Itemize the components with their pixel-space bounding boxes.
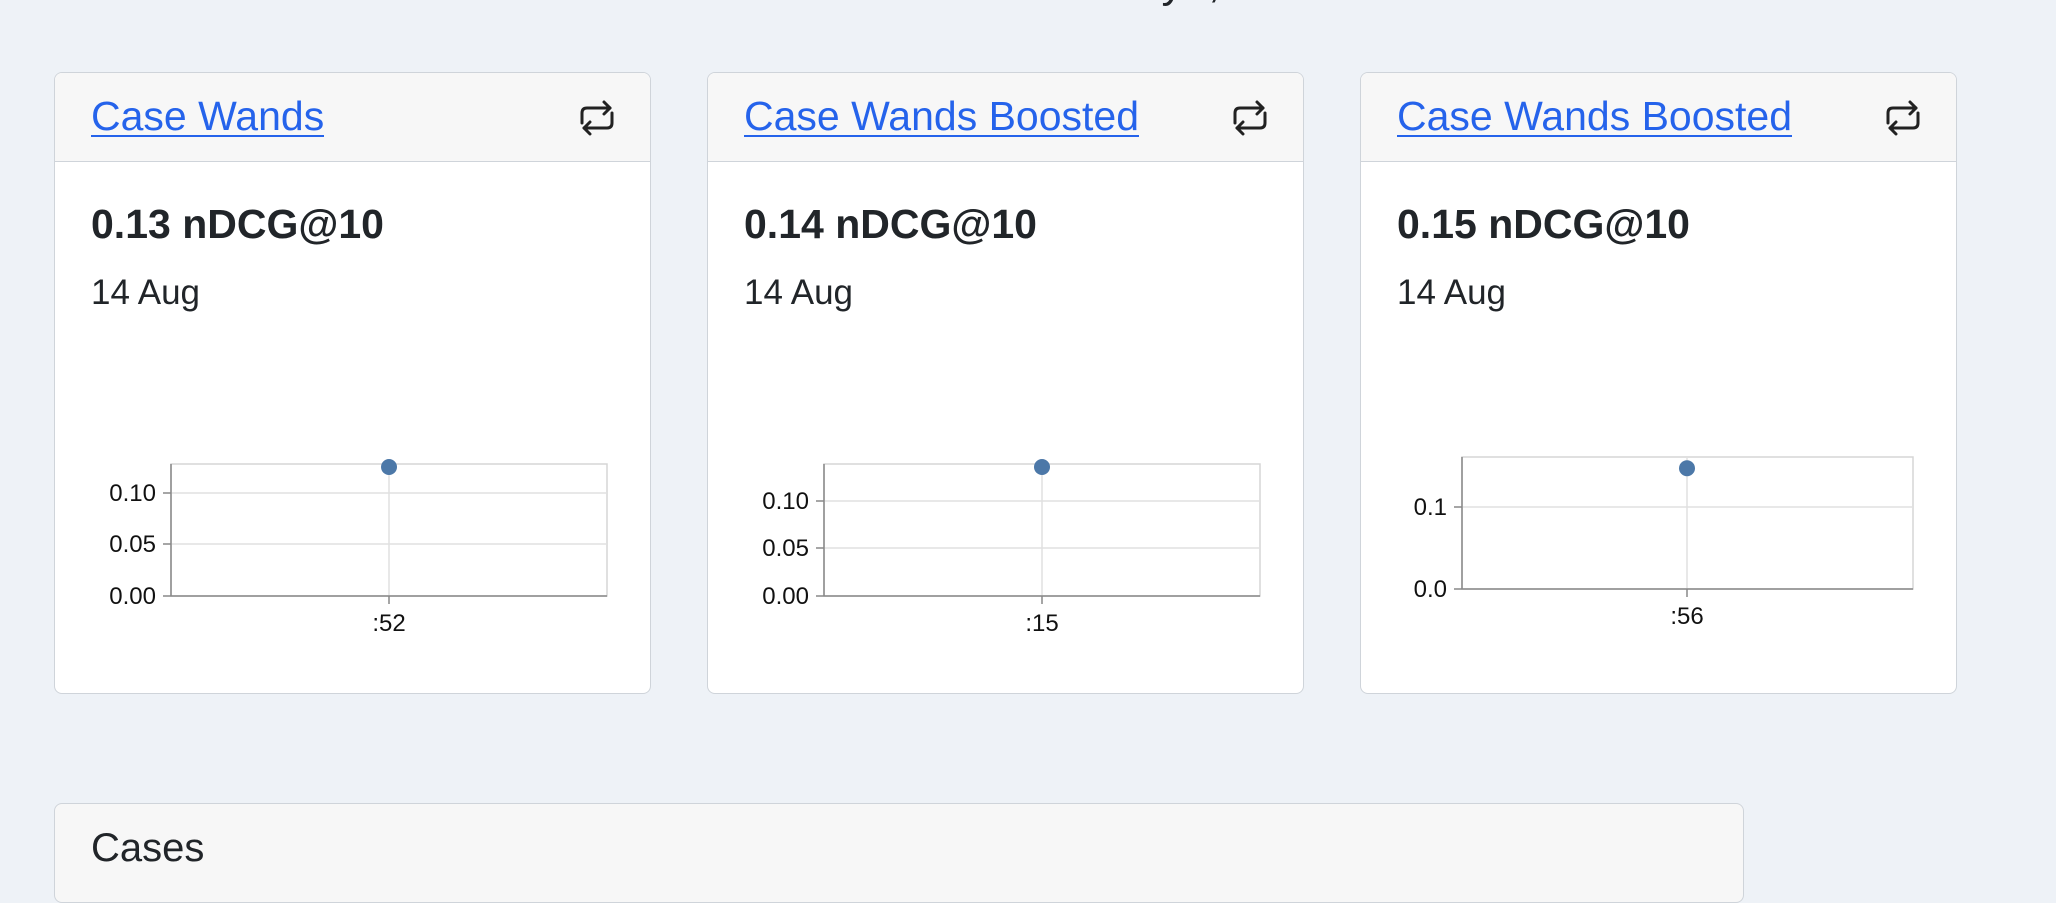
score-history-chart: 0.10 0.05 0.00 :15: [762, 459, 1261, 637]
x-tick-label: :52: [372, 610, 405, 637]
scorer-card-case-wands-boosted-2: Case Wands Boosted 0.15 nDCG@10 14 Aug 0…: [1360, 72, 1957, 694]
y-tick-label: 0.1: [1414, 494, 1447, 521]
scorer-card-case-wands-boosted: Case Wands Boosted 0.14 nDCG@10 14 Aug 0…: [707, 72, 1304, 694]
data-point: [381, 459, 397, 475]
page-greeting: Hiya, Admin User: [1120, 0, 1460, 8]
y-tick-label: 0.05: [109, 531, 156, 558]
scorer-card-case-wands: Case Wands 0.13 nDCG@10 14 Aug 0.10 0.05…: [54, 72, 651, 694]
cases-panel: Cases: [54, 803, 1744, 903]
y-tick-label: 0.00: [762, 583, 809, 610]
y-tick-label: 0.05: [762, 535, 809, 562]
score-history-chart: 0.1 0.0 :56: [1414, 456, 1914, 630]
y-tick-label: 0.0: [1414, 576, 1447, 603]
score-history-chart: 0.10 0.05 0.00 :52: [109, 459, 608, 637]
data-point: [1034, 459, 1050, 475]
data-point: [1679, 460, 1695, 477]
cases-title: Cases: [91, 826, 205, 870]
x-tick-label: :56: [1670, 603, 1703, 630]
y-tick-label: 0.00: [109, 583, 156, 610]
y-tick-label: 0.10: [109, 480, 156, 507]
x-tick-label: :15: [1025, 610, 1058, 637]
y-tick-label: 0.10: [762, 488, 809, 515]
